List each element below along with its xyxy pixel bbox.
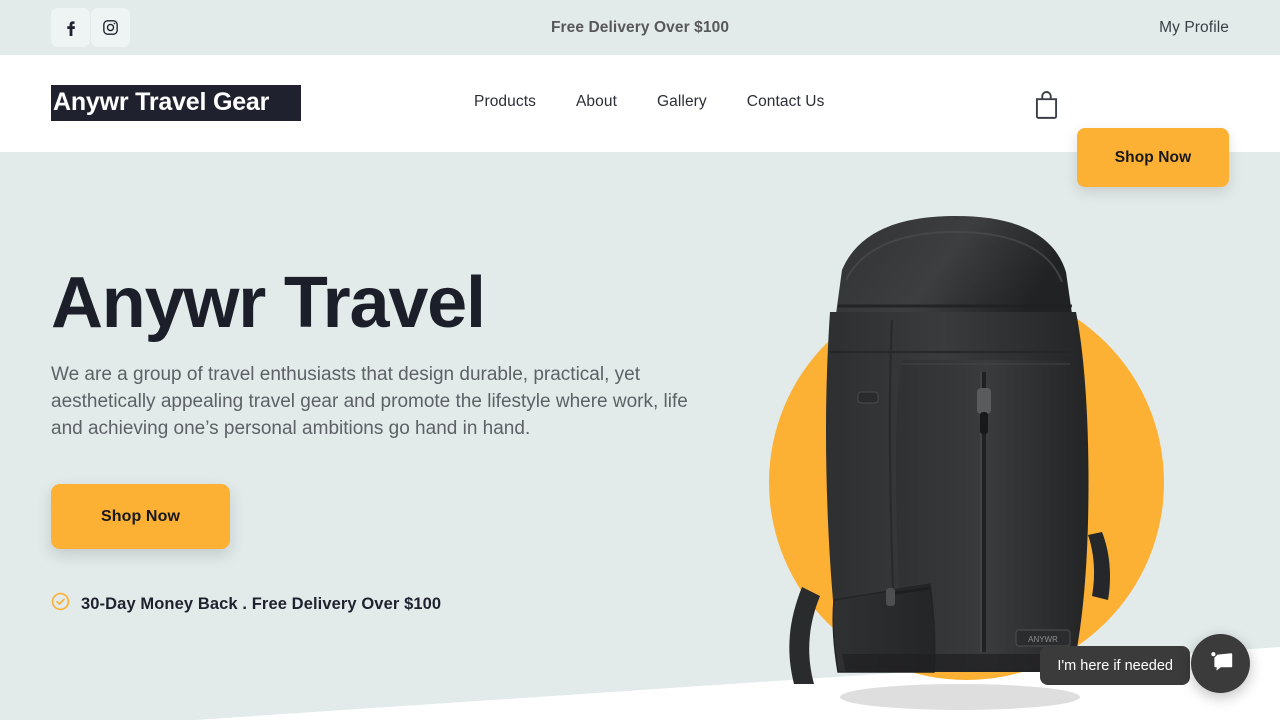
chat-launcher-button[interactable]: [1191, 634, 1250, 693]
main-navigation: Products About Gallery Contact Us: [474, 93, 824, 111]
promo-message: Free Delivery Over $100: [550, 18, 730, 36]
hero-shop-now-button[interactable]: Shop Now: [51, 484, 230, 550]
site-header: Anywr Travel Gear Products About Gallery…: [0, 55, 1280, 187]
header-shop-now-button[interactable]: Shop Now: [1077, 128, 1229, 187]
hero-title: Anywr Travel: [51, 263, 486, 343]
hero-content: Anywr Travel We are a group of travel en…: [51, 265, 711, 616]
site-logo[interactable]: Anywr Travel Gear: [51, 85, 301, 122]
hero-description: We are a group of travel enthusiasts tha…: [51, 364, 688, 440]
nav-item-products[interactable]: Products: [474, 93, 536, 111]
hero-section: ANYWR Anywr Travel We are a group of tra…: [0, 152, 1280, 720]
product-image-backpack: ANYWR: [780, 202, 1130, 712]
guarantee-text: 30-Day Money Back . Free Delivery Over $…: [81, 594, 442, 613]
nav-item-contact-us[interactable]: Contact Us: [747, 93, 825, 111]
shopping-bag-icon[interactable]: [1033, 90, 1060, 124]
nav-item-gallery[interactable]: Gallery: [657, 93, 707, 111]
top-utility-bar: Free Delivery Over $100 My Profile: [0, 0, 1280, 55]
nav-item-about[interactable]: About: [576, 93, 617, 111]
guarantee-row: 30-Day Money Back . Free Delivery Over $…: [51, 592, 711, 616]
my-profile-link[interactable]: My Profile: [1159, 19, 1229, 37]
chat-tooltip: I'm here if needed: [1040, 646, 1190, 685]
svg-text:ANYWR: ANYWR: [1028, 635, 1058, 644]
check-circle-icon: [51, 592, 70, 616]
chat-bubble-icon: [1207, 647, 1235, 680]
